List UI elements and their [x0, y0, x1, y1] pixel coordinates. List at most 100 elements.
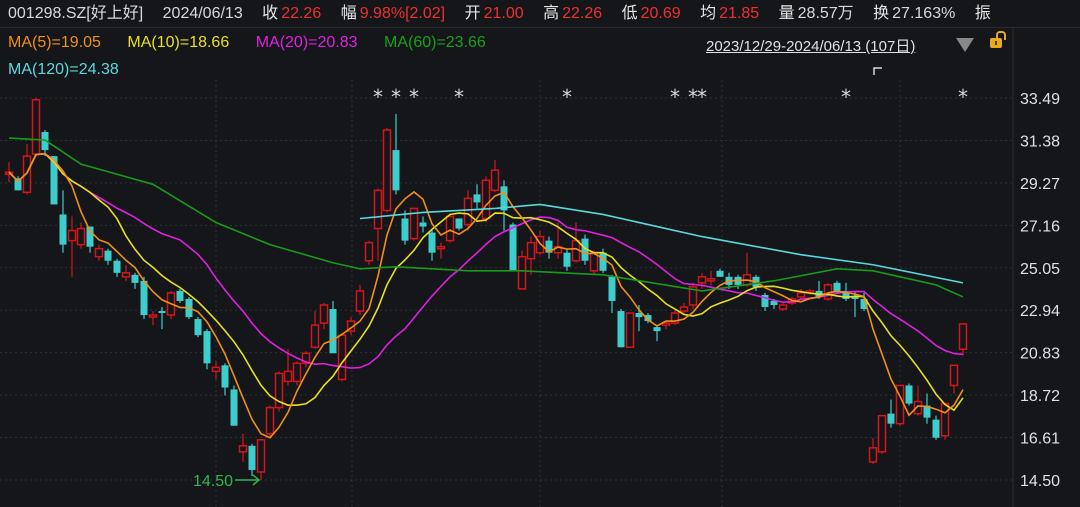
candle-body: [158, 311, 166, 314]
candle-body: [490, 169, 500, 192]
event-marker-star: *: [373, 85, 383, 109]
candle-body: [373, 189, 383, 230]
candle-body: [401, 218, 409, 241]
candle-body: [221, 365, 229, 388]
y-tick-label: 27.16: [1020, 218, 1060, 235]
candle-body: [599, 252, 607, 271]
candle-body: [428, 232, 436, 253]
candle-body: [355, 290, 365, 312]
candle-body: [203, 331, 211, 364]
candle-body: [329, 309, 337, 354]
event-marker-star: *: [958, 85, 968, 109]
candle-body: [76, 227, 86, 246]
candle-body: [131, 274, 139, 283]
candle-body: [617, 311, 625, 348]
y-tick-label: 22.94: [1020, 303, 1060, 320]
candle-body: [364, 241, 374, 262]
candle-body: [949, 364, 959, 387]
y-tick-label: 31.38: [1020, 133, 1060, 150]
event-marker-star: *: [697, 85, 707, 109]
candle-body: [445, 215, 455, 242]
candle-body: [868, 447, 878, 463]
y-tick-label: 33.49: [1020, 91, 1060, 108]
y-tick-label: 18.72: [1020, 388, 1060, 405]
candle-body: [104, 250, 112, 261]
candle-body: [283, 370, 293, 383]
event-marker-star: *: [841, 85, 851, 109]
candle-body: [310, 324, 320, 348]
event-marker-star: *: [391, 85, 401, 109]
candle-body: [796, 292, 806, 298]
candle-body: [113, 260, 121, 273]
candlestick-chart[interactable]: 33.49 31.38 29.27 27.16 25.05 22.94 20.83 18.72…: [0, 0, 1080, 507]
event-marker-star: *: [454, 85, 464, 109]
candle-body: [473, 194, 481, 203]
candle-body: [31, 99, 41, 155]
unlock-icon[interactable]: [990, 31, 1006, 48]
candle-body: [932, 419, 940, 438]
candle-body: [905, 385, 913, 404]
event-marker-star: *: [409, 85, 419, 109]
candle-body: [697, 276, 707, 284]
candle-body: [94, 247, 104, 258]
y-tick-label: 14.50: [1020, 473, 1060, 490]
legend-ma120: MA(120)=24.38: [8, 61, 119, 78]
candle-body: [256, 439, 266, 473]
legend-ma60: MA(60)=23.66: [383, 34, 486, 51]
candle-body: [292, 362, 302, 383]
candle-body: [526, 241, 536, 260]
candle-body: [778, 304, 788, 310]
y-tick-label: 25.05: [1020, 261, 1060, 278]
candle-body: [653, 327, 661, 332]
candle-body: [661, 322, 671, 326]
event-marker-star: *: [670, 85, 680, 109]
candle-body: [140, 280, 148, 316]
candle-body: [625, 312, 635, 348]
candle-body: [463, 197, 473, 226]
candle-body: [608, 276, 616, 301]
y-tick-label: 20.83: [1020, 346, 1060, 363]
candle-body: [563, 252, 571, 267]
candle-body: [392, 150, 400, 191]
y-tick-label: 29.27: [1020, 176, 1060, 193]
legend-ma20: MA(20)=20.83: [255, 34, 358, 51]
event-marker-star: *: [562, 85, 572, 109]
candle-body: [238, 445, 248, 453]
candle-body: [940, 402, 950, 437]
legend-ma10: MA(10)=18.66: [127, 34, 230, 51]
candle-body: [319, 304, 329, 324]
candle-body: [248, 445, 256, 470]
candle-body: [67, 229, 77, 242]
candle-body: [148, 314, 158, 318]
low-price-annotation: 14.50: [193, 473, 233, 490]
ma-legend: MA(5)=19.05 MA(10)=18.66 MA(20)=20.83 MA…: [8, 34, 508, 52]
candle-body: [436, 245, 446, 250]
candle-body: [382, 129, 392, 212]
candle-body: [176, 290, 184, 301]
candle-body: [958, 323, 968, 350]
candle-body: [230, 389, 238, 426]
candle-body: [833, 282, 841, 291]
corner-marker-icon: [873, 67, 882, 75]
candle-body: [509, 224, 517, 271]
date-range-selector[interactable]: 2023/12/29-2024/06/13 (107日): [706, 35, 915, 56]
candle-body: [481, 179, 491, 220]
candle-body: [337, 334, 347, 381]
candle-body: [265, 406, 275, 435]
candle-body: [194, 319, 202, 336]
candle-body: [455, 218, 463, 229]
candle-body: [887, 413, 895, 424]
candle-body: [121, 272, 131, 278]
y-tick-label: 16.61: [1020, 431, 1060, 448]
candle-body: [706, 278, 716, 282]
candle-body: [59, 214, 67, 245]
candle-body: [679, 306, 689, 312]
candle-body: [517, 255, 527, 290]
candle-body: [211, 366, 221, 373]
candle-body: [716, 270, 724, 277]
legend-ma5: MA(5)=19.05: [8, 34, 101, 51]
dropdown-triangle-icon[interactable]: [956, 38, 974, 52]
low-arrow-icon: [235, 474, 261, 486]
candle-body: [419, 222, 427, 227]
candle-body: [877, 414, 887, 453]
